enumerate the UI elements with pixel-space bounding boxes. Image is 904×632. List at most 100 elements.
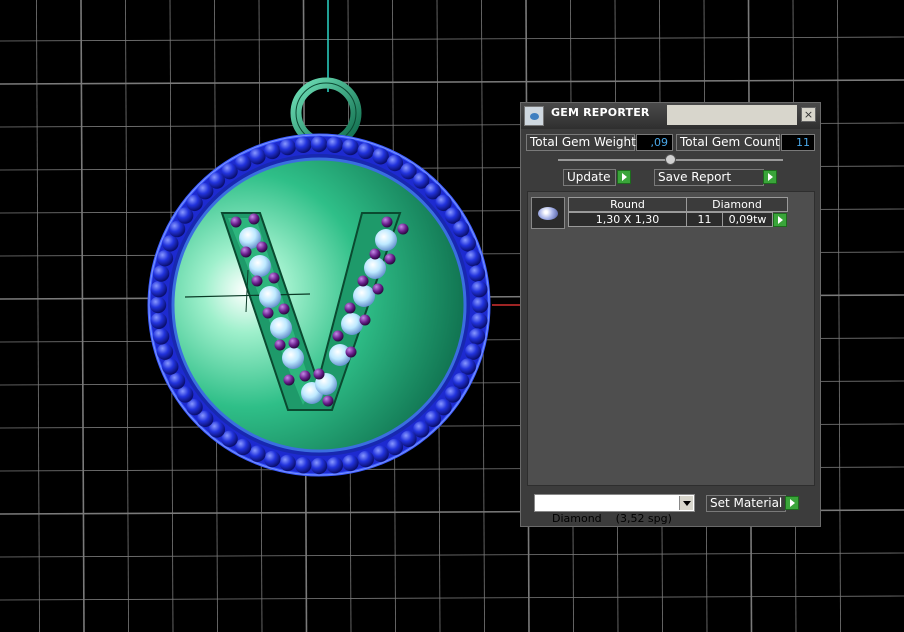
total-gem-weight-value: ,09: [636, 134, 673, 151]
gem-shape-header: Round: [568, 197, 687, 212]
prong: [262, 307, 274, 319]
bead: [310, 457, 328, 475]
gem: [249, 255, 271, 277]
round-gem-icon[interactable]: [531, 197, 565, 229]
prong: [397, 223, 409, 235]
bead: [249, 445, 266, 462]
prong: [344, 302, 356, 314]
prong: [248, 213, 260, 225]
update-button[interactable]: Update: [563, 169, 616, 186]
bead: [357, 450, 374, 468]
gem-size-cell: 1,30 X 1,30: [568, 212, 687, 227]
prong: [369, 248, 381, 260]
prong: [345, 346, 357, 358]
prong: [372, 283, 384, 295]
bead: [372, 445, 389, 462]
prong: [278, 303, 290, 315]
bead: [459, 358, 476, 375]
bead: [326, 136, 343, 153]
prong: [251, 275, 263, 287]
save-report-arrow-icon[interactable]: [763, 170, 777, 184]
prong: [357, 275, 369, 287]
bead: [168, 372, 186, 390]
gem-reporter-panel: GEM REPORTER × Total Gem Weight ,09 Tota…: [520, 102, 821, 527]
bead: [162, 358, 179, 375]
bead: [264, 450, 281, 468]
total-gem-count-label: Total Gem Count: [676, 134, 780, 151]
chevron-down-icon[interactable]: [679, 496, 693, 510]
bead: [386, 438, 404, 456]
gem: [375, 229, 397, 251]
bead: [326, 457, 343, 474]
material-select-value: Diamond (3,52 spg): [552, 512, 672, 525]
bead: [152, 328, 170, 345]
prong: [381, 216, 393, 228]
bead: [162, 235, 179, 252]
bead: [342, 454, 359, 472]
window-title: GEM REPORTER: [551, 106, 650, 119]
prong: [384, 253, 396, 265]
gem-weight-cell: 0,09tw: [722, 212, 773, 227]
gem-count-cell: 11: [686, 212, 723, 227]
pendant: [147, 133, 491, 477]
update-arrow-icon[interactable]: [617, 170, 631, 184]
bead: [264, 142, 281, 160]
bead: [464, 250, 482, 267]
total-gem-weight-label: Total Gem Weight: [526, 134, 636, 151]
gem: [364, 257, 386, 279]
bead: [295, 136, 312, 153]
gem: [270, 317, 292, 339]
gem: [282, 347, 304, 369]
prong: [332, 330, 344, 342]
bead: [152, 265, 170, 282]
prong: [299, 370, 311, 382]
bead: [249, 148, 266, 165]
prong: [288, 337, 300, 349]
prong: [359, 314, 371, 326]
bead: [149, 296, 167, 314]
bead: [310, 135, 328, 153]
bead: [372, 148, 389, 165]
bead: [342, 138, 359, 156]
prong: [240, 246, 252, 258]
bead: [234, 154, 252, 172]
bead: [295, 457, 312, 474]
set-material-arrow-icon[interactable]: [785, 496, 799, 510]
gem-list[interactable]: Round Diamond 1,30 X 1,30 11 0,09tw: [527, 191, 815, 486]
prong: [274, 339, 286, 351]
bead: [471, 281, 488, 298]
bead: [468, 265, 486, 282]
bead: [279, 138, 296, 156]
bead: [156, 343, 174, 360]
set-material-button[interactable]: Set Material: [706, 495, 786, 512]
bead: [150, 281, 167, 298]
prong: [268, 272, 280, 284]
bead: [150, 312, 167, 329]
close-button[interactable]: ×: [801, 107, 816, 122]
prong: [256, 241, 268, 253]
prong: [313, 368, 325, 380]
bead: [468, 328, 486, 345]
bead: [471, 296, 489, 314]
gem: [259, 286, 281, 308]
bead: [452, 220, 470, 238]
prong: [283, 374, 295, 386]
bead: [357, 142, 374, 160]
slider-thumb[interactable]: [665, 154, 676, 165]
gem: [341, 313, 363, 335]
prong: [230, 216, 242, 228]
title-bar[interactable]: GEM REPORTER ×: [521, 103, 820, 129]
gem-row-arrow-icon[interactable]: [773, 213, 787, 227]
gem-reporter-icon: [524, 106, 544, 126]
save-report-button[interactable]: Save Report: [654, 169, 764, 186]
bead: [459, 235, 476, 252]
bead: [464, 343, 482, 360]
bead: [471, 312, 488, 329]
total-gem-count-value: 11: [781, 134, 815, 151]
gem: [353, 285, 375, 307]
bead: [279, 454, 296, 472]
title-bar-fill: [667, 105, 797, 125]
bead: [156, 250, 174, 267]
material-select[interactable]: Diamond (3,52 spg): [534, 494, 695, 525]
prong: [322, 395, 334, 407]
